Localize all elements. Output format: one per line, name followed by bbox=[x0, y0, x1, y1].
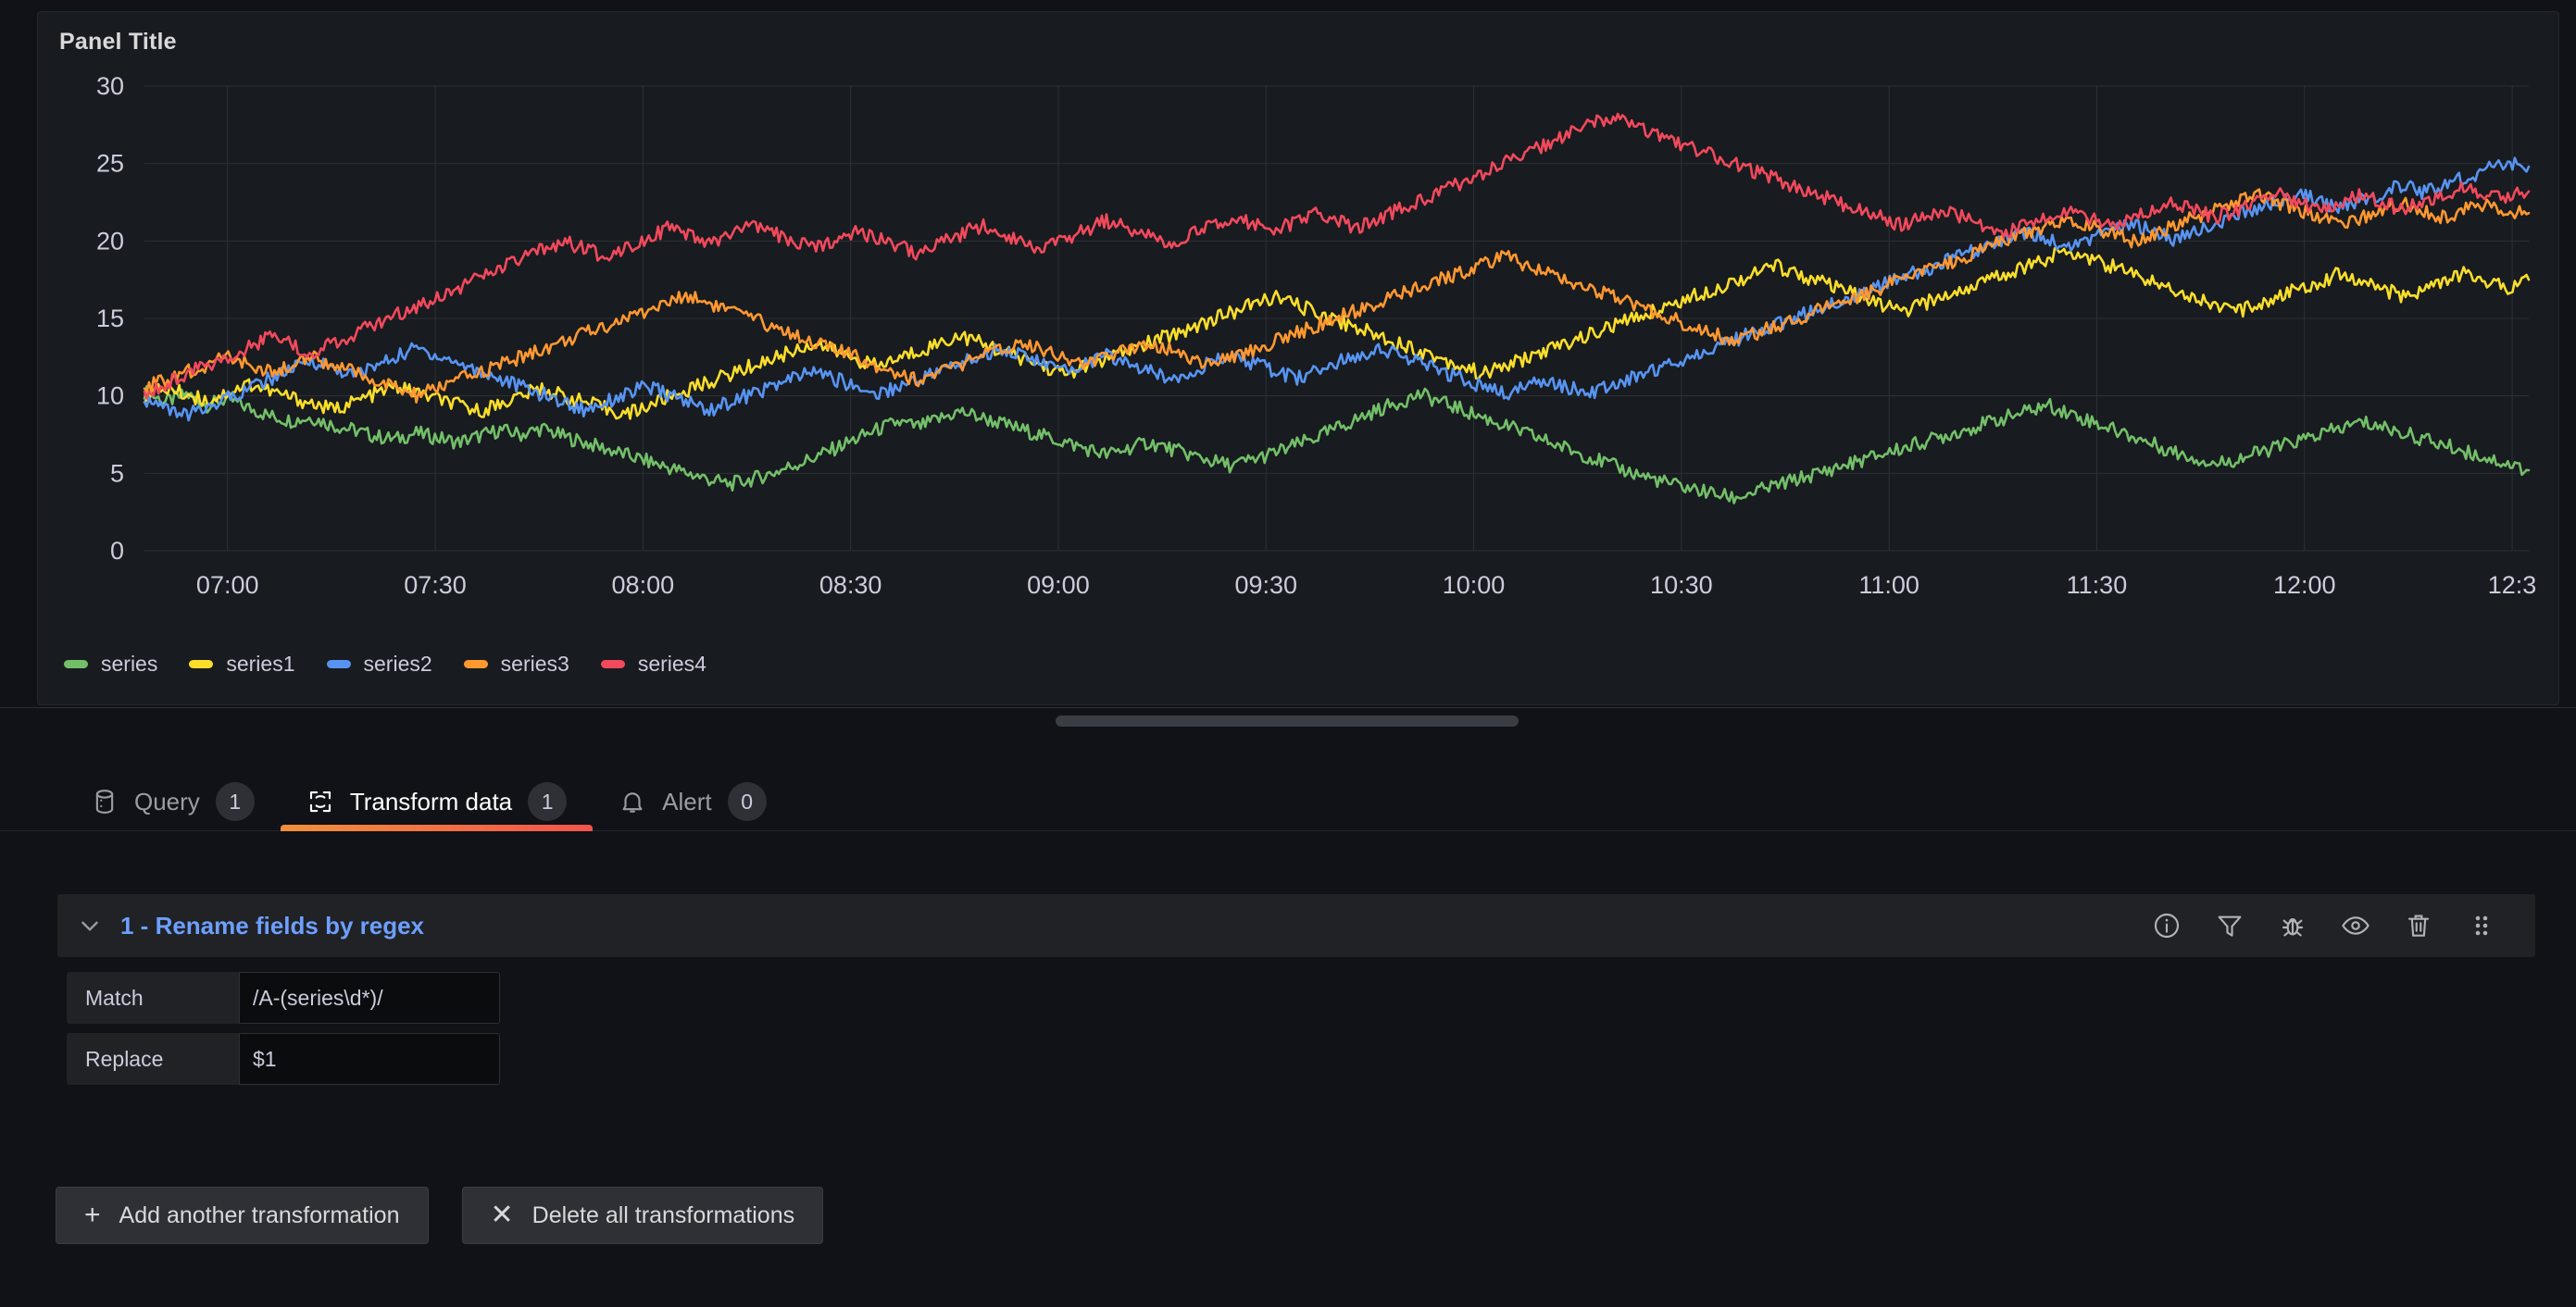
tab-label: Transform data bbox=[350, 788, 512, 816]
x-axis-tick-label: 08:00 bbox=[612, 571, 675, 599]
filter-icon[interactable] bbox=[2215, 911, 2245, 940]
y-axis-tick-label: 0 bbox=[110, 537, 124, 565]
legend-label: series3 bbox=[501, 652, 569, 677]
x-axis-tick-label: 08:30 bbox=[819, 571, 882, 599]
delete-all-transformations-button[interactable]: ✕ Delete all transformations bbox=[462, 1187, 824, 1244]
option-label: Replace bbox=[67, 1033, 239, 1085]
bell-icon bbox=[619, 788, 646, 815]
y-axis-tick-label: 30 bbox=[96, 72, 124, 100]
tab-query[interactable]: Query 1 bbox=[65, 741, 281, 831]
legend-label: series4 bbox=[638, 652, 707, 677]
y-axis-tick-label: 10 bbox=[96, 382, 124, 410]
chart-legend: series series1 series2 series3 series4 bbox=[64, 645, 707, 682]
legend-item[interactable]: series4 bbox=[601, 652, 707, 677]
transformation-header[interactable]: 1 - Rename fields by regex bbox=[57, 894, 2535, 957]
plus-icon: + bbox=[84, 1201, 101, 1229]
panel-resize-handle[interactable] bbox=[1056, 716, 1519, 727]
chart-series-line bbox=[144, 114, 2529, 398]
close-icon: ✕ bbox=[491, 1201, 514, 1229]
transformation-footer-buttons: + Add another transformation ✕ Delete all t… bbox=[56, 1187, 823, 1244]
tab-label: Alert bbox=[662, 788, 711, 816]
transformation-actions bbox=[2152, 911, 2520, 940]
legend-item[interactable]: series2 bbox=[327, 652, 432, 677]
legend-color-swatch bbox=[464, 660, 488, 668]
legend-label: series1 bbox=[226, 652, 294, 677]
legend-color-swatch bbox=[327, 660, 351, 668]
legend-item[interactable]: series bbox=[64, 652, 157, 677]
chart-series-line bbox=[144, 248, 2529, 418]
panel-title: Panel Title bbox=[59, 29, 177, 56]
y-axis-tick-label: 15 bbox=[96, 305, 124, 332]
legend-label: series2 bbox=[364, 652, 432, 677]
chevron-down-icon[interactable] bbox=[78, 914, 102, 938]
option-row: Replace bbox=[67, 1033, 2535, 1085]
match-input[interactable] bbox=[239, 972, 500, 1024]
y-axis-tick-label: 25 bbox=[96, 150, 124, 178]
transform-icon bbox=[306, 788, 334, 815]
active-tab-indicator bbox=[281, 825, 593, 831]
legend-color-swatch bbox=[601, 660, 625, 668]
x-axis-tick-label: 12:00 bbox=[2273, 571, 2336, 599]
transformation-options: Match Replace bbox=[67, 972, 2535, 1085]
panel-divider bbox=[0, 707, 2576, 708]
x-axis-tick-label: 10:30 bbox=[1650, 571, 1713, 599]
y-axis-tick-label: 5 bbox=[110, 459, 124, 487]
database-icon bbox=[91, 788, 119, 815]
button-label: Delete all transformations bbox=[532, 1202, 794, 1229]
graph-panel: Panel Title 05101520253007:0007:3008:000… bbox=[37, 11, 2559, 705]
transformation-title[interactable]: 1 - Rename fields by regex bbox=[120, 912, 424, 940]
drag-handle-icon[interactable] bbox=[2467, 911, 2496, 940]
legend-color-swatch bbox=[64, 660, 88, 668]
bug-icon[interactable] bbox=[2278, 911, 2307, 940]
replace-input[interactable] bbox=[239, 1033, 500, 1085]
x-axis-tick-label: 09:30 bbox=[1234, 571, 1297, 599]
timeseries-chart[interactable]: 0 5 10 15 20 25 30 07:00 07:30 08:00 08:30 09:00 09:… bbox=[38, 69, 2560, 643]
x-axis-tick-label: 11:00 bbox=[1858, 571, 1919, 599]
x-axis-tick-label: 07:00 bbox=[196, 571, 259, 599]
tab-badge: 0 bbox=[728, 782, 767, 821]
tab-badge: 1 bbox=[216, 782, 255, 821]
editor-tab-bar: Query 1 Transform data 1 Alert 0 bbox=[0, 741, 2576, 831]
button-label: Add another transformation bbox=[119, 1202, 400, 1229]
tab-transform-data[interactable]: Transform data 1 bbox=[281, 741, 593, 831]
legend-item[interactable]: series3 bbox=[464, 652, 569, 677]
eye-icon[interactable] bbox=[2341, 911, 2370, 940]
tab-label: Query bbox=[134, 788, 200, 816]
option-label: Match bbox=[67, 972, 239, 1024]
option-row: Match bbox=[67, 972, 2535, 1024]
info-icon[interactable] bbox=[2152, 911, 2182, 940]
x-axis-tick-label: 11:30 bbox=[2067, 571, 2128, 599]
x-axis-tick-label: 07:30 bbox=[404, 571, 467, 599]
add-another-transformation-button[interactable]: + Add another transformation bbox=[56, 1187, 429, 1244]
y-axis-tick-label: 20 bbox=[96, 227, 124, 255]
x-axis-tick-label: 09:00 bbox=[1027, 571, 1090, 599]
x-axis-tick-label: 10:00 bbox=[1443, 571, 1506, 599]
tab-badge: 1 bbox=[528, 782, 567, 821]
legend-item[interactable]: series1 bbox=[189, 652, 294, 677]
tab-alert[interactable]: Alert 0 bbox=[593, 741, 792, 831]
legend-color-swatch bbox=[189, 660, 213, 668]
transformation-card: 1 - Rename fields by regex Match Replace bbox=[57, 894, 2535, 1094]
chart-plot-area[interactable]: 0 5 10 15 20 25 30 07:00 07:30 08:00 08:30 09:00 09:… bbox=[38, 69, 2560, 643]
legend-label: series bbox=[101, 652, 157, 677]
trash-icon[interactable] bbox=[2404, 911, 2433, 940]
x-axis-tick-label: 12:3 bbox=[2488, 571, 2537, 599]
